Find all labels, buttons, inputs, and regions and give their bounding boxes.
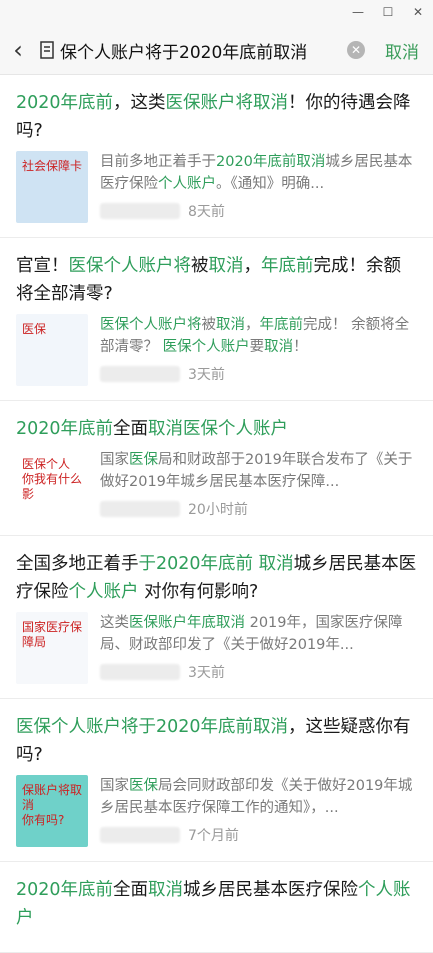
source-name-placeholder (100, 501, 180, 517)
result-time: 3天前 (188, 367, 225, 383)
snippet-segment: 要 (249, 339, 265, 355)
title-segment: 年底前 (261, 256, 314, 276)
title-segment: 官宣！ (16, 256, 69, 276)
cancel-button[interactable]: 取消 (375, 38, 433, 63)
snippet-segment: 医保 (129, 452, 158, 468)
title-segment: 全面 (113, 880, 149, 900)
snippet-segment: 年底前 (259, 317, 304, 333)
result-time: 7个月前 (188, 828, 239, 844)
title-segment: 医保个人账户将于2020年底前取消 (16, 717, 289, 737)
title-segment: ，这类 (113, 93, 166, 113)
title-segment: 全面 (113, 419, 149, 439)
close-icon[interactable]: ✕ (409, 3, 427, 21)
minimize-icon[interactable]: — (349, 3, 367, 21)
snippet-segment: 2020年底前取消 (216, 154, 326, 170)
snippet-segment: 医保账户年底取消 (129, 615, 245, 631)
snippet-segment: 国家 (100, 778, 129, 794)
result-snippet: 国家医保局和财政部于2019年联合发布了《关于做好2019年城乡居民基本医疗保障… (100, 449, 417, 493)
title-segment: 2020年底前 (16, 419, 114, 439)
result-item[interactable]: 全国多地正着手于2020年底前 取消城乡居民基本医疗保险个人账户 对你有何影响?… (0, 536, 433, 699)
title-segment: 取消 (148, 880, 184, 900)
results-list: 2020年底前，这类医保账户将取消！你的待遇会降吗? 社会保障卡 目前多地正着手于2… (0, 75, 433, 953)
result-snippet: 国家医保局会同财政部印发《关于做好2019年城乡居民基本医疗保障工作的通知》，.… (100, 775, 417, 819)
result-meta: 20小时前 (100, 499, 417, 519)
snippet-segment: 。《通知》明确... (216, 176, 325, 192)
result-meta: 3天前 (100, 364, 417, 384)
snippet-segment: 个人账户 (158, 176, 216, 192)
snippet-segment: ！ (293, 339, 308, 355)
clear-icon[interactable]: ✕ (347, 41, 365, 59)
result-item[interactable]: 2020年底前全面取消医保个人账户医保个人 你我有什么影 国家医保局和财政部于20… (0, 401, 433, 536)
result-item[interactable]: 2020年底前全面取消城乡居民基本医疗保险个人账户 (0, 862, 433, 953)
snippet-segment: 医保 (129, 778, 158, 794)
result-meta: 3天前 (100, 662, 417, 682)
title-segment: 2020年底前 (16, 880, 114, 900)
result-title: 官宣！医保个人账户将被取消，年底前完成！余额将全部清零? (16, 252, 417, 308)
back-icon[interactable]: ‹ (0, 36, 36, 64)
result-title: 医保个人账户将于2020年底前取消，这些疑惑你有吗? (16, 713, 417, 769)
window-titlebar: — ☐ ✕ (0, 0, 433, 26)
result-meta: 7个月前 (100, 825, 417, 845)
source-name-placeholder (100, 664, 180, 680)
snippet-segment: 医保个人账户 (162, 339, 250, 355)
snippet-segment: 国家 (100, 452, 129, 468)
snippet-segment: 目前多地正着手于 (100, 154, 216, 170)
title-segment: 医保账户将取消 (165, 93, 289, 113)
thumbnail-text: 社会保障卡 (22, 159, 83, 173)
thumbnail-text: 国家医疗保障局 (22, 620, 83, 649)
source-name-placeholder (100, 203, 180, 219)
result-item[interactable]: 官宣！医保个人账户将被取消，年底前完成！余额将全部清零? 医保 医保个人账户将被取消… (0, 238, 433, 401)
source-name-placeholder (100, 827, 180, 843)
snippet-segment: 取消 (264, 339, 294, 355)
result-snippet: 目前多地正着手于2020年底前取消城乡居民基本医疗保险个人账户。《通知》明确..… (100, 151, 417, 195)
result-thumbnail: 保账户将取消 你有吗? (16, 775, 88, 847)
document-icon (40, 41, 54, 59)
title-segment: 于2020年底前 取消 (138, 554, 294, 574)
result-title: 全国多地正着手于2020年底前 取消城乡居民基本医疗保险个人账户 对你有何影响? (16, 550, 417, 606)
result-meta: 8天前 (100, 201, 417, 221)
title-segment: 个人账户 (68, 582, 139, 602)
title-segment: 城乡居民基本医疗保险 (183, 880, 359, 900)
title-segment: ， (243, 256, 262, 276)
result-title: 2020年底前全面取消城乡居民基本医疗保险个人账户 (16, 876, 417, 932)
thumbnail-text: 医保个人 你我有什么影 (22, 457, 83, 501)
result-item[interactable]: 医保个人账户将于2020年底前取消，这些疑惑你有吗? 保账户将取消 你有吗? 国家医… (0, 699, 433, 862)
title-segment: 取消医保个人账户 (148, 419, 289, 439)
title-segment: 被 (191, 256, 209, 276)
thumbnail-text: 保账户将取消 你有吗? (22, 783, 83, 827)
result-time: 20小时前 (188, 502, 248, 518)
result-time: 3天前 (188, 665, 225, 681)
title-segment: 对你有何影响? (138, 582, 259, 602)
search-bar: ‹ 保个人账户将于2020年底前取消 ✕ 取消 (0, 26, 433, 75)
title-segment: 2020年底前 (16, 93, 114, 113)
result-thumbnail: 国家医疗保障局 (16, 612, 88, 684)
title-segment: 全国多地正着手 (16, 554, 139, 574)
source-name-placeholder (100, 366, 180, 382)
result-item[interactable]: 2020年底前，这类医保账户将取消！你的待遇会降吗? 社会保障卡 目前多地正着手于2… (0, 75, 433, 238)
snippet-segment: 被 (201, 317, 217, 333)
result-title: 2020年底前全面取消医保个人账户 (16, 415, 417, 443)
snippet-segment: 医保个人账户将 (100, 317, 202, 333)
title-segment: 医保个人账户将 (68, 256, 192, 276)
result-thumbnail: 社会保障卡 (16, 151, 88, 223)
result-time: 8天前 (188, 204, 225, 220)
snippet-segment: 这类 (100, 615, 129, 631)
snippet-segment: ， (245, 317, 260, 333)
result-snippet: 医保个人账户将被取消，年底前完成！ 余额将全部清零？ 医保个人账户要取消！ (100, 314, 417, 358)
maximize-icon[interactable]: ☐ (379, 3, 397, 21)
thumbnail-text: 医保 (22, 322, 47, 336)
result-thumbnail: 医保个人 你我有什么影 (16, 449, 88, 521)
snippet-segment: 取消 (216, 317, 245, 333)
search-input[interactable]: 保个人账户将于2020年底前取消 (60, 38, 343, 63)
window-controls: — ☐ ✕ (349, 3, 427, 21)
result-snippet: 这类医保账户年底取消 2019年，国家医疗保障局、财政部印发了《关于做好2019… (100, 612, 417, 656)
result-thumbnail: 医保 (16, 314, 88, 386)
result-title: 2020年底前，这类医保账户将取消！你的待遇会降吗? (16, 89, 417, 145)
title-segment: 取消 (208, 256, 244, 276)
